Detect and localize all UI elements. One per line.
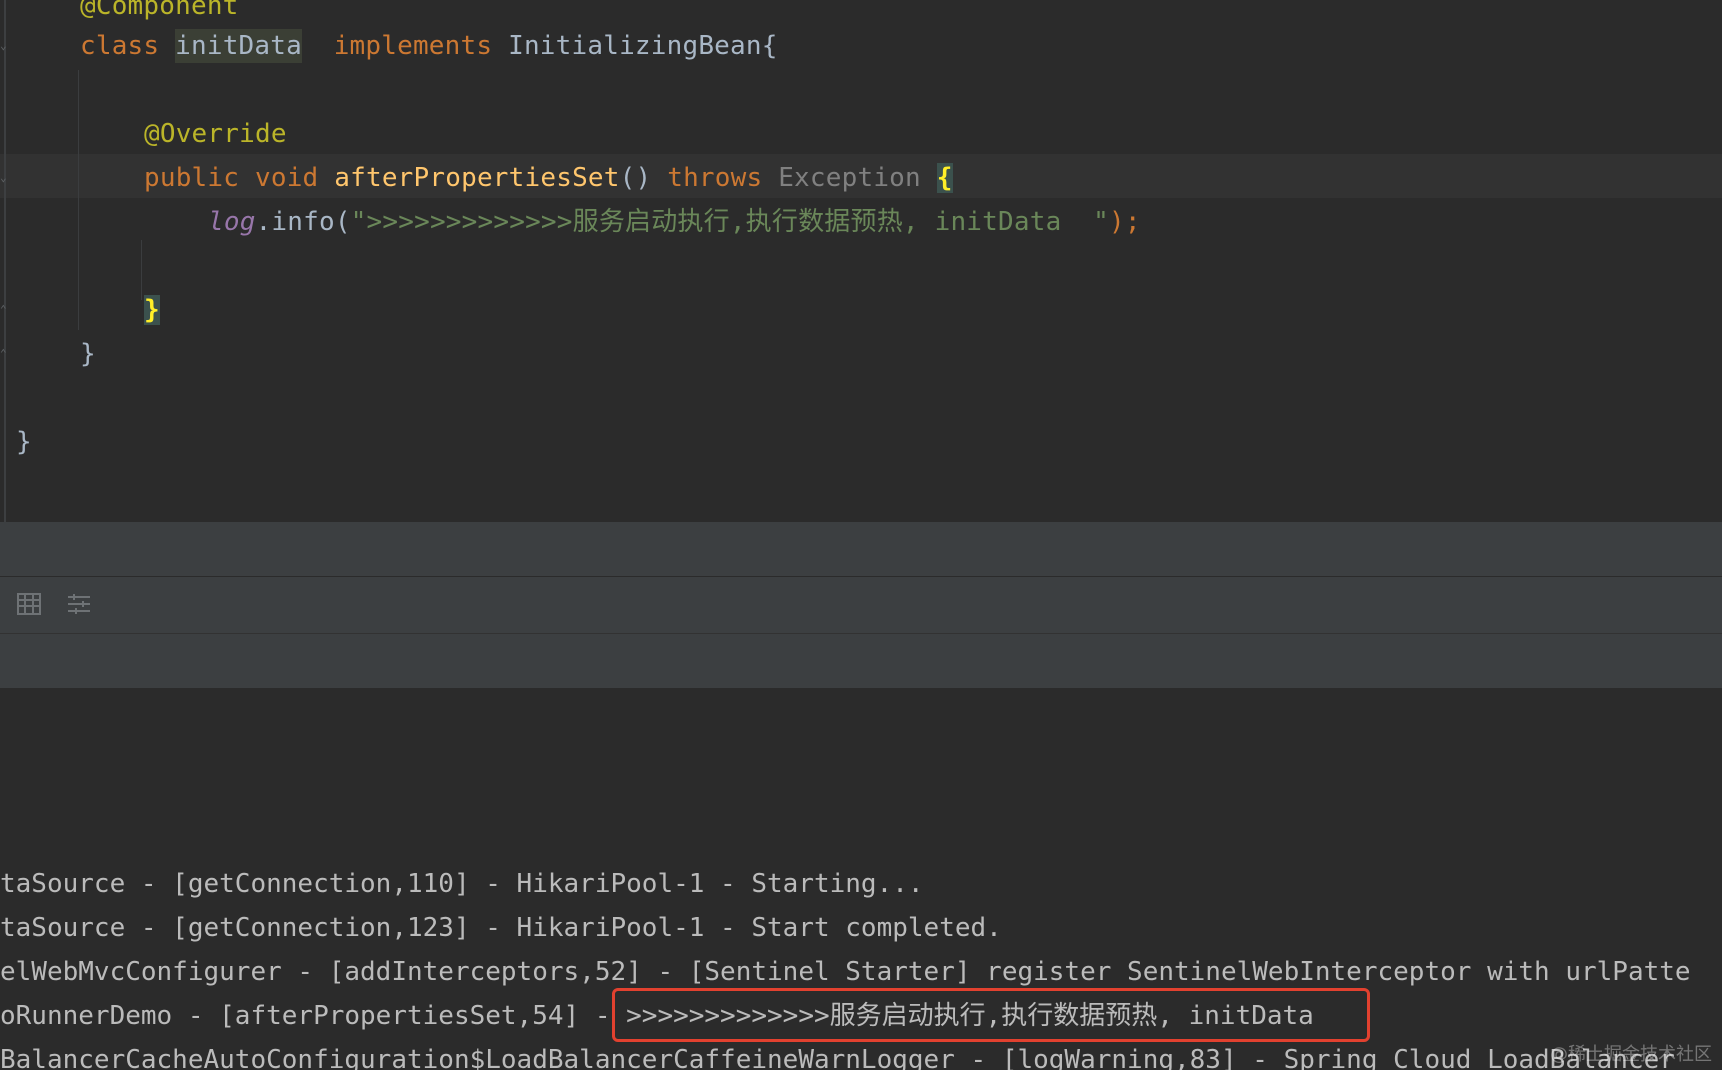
table-icon[interactable] — [16, 591, 42, 617]
keyword-void: void — [254, 163, 319, 193]
fold-icon[interactable]: ⌄ — [0, 40, 10, 52]
fold-icon[interactable]: ⌃ — [0, 304, 10, 316]
log-line: taSource - [getConnection,110] - HikariP… — [0, 869, 924, 899]
code-line-class-decl: class initData implements InitializingBe… — [80, 24, 778, 68]
log-message-string: ">>>>>>>>>>>>>服务启动执行,执行数据预热, initData " — [350, 207, 1109, 237]
method-name: afterPropertiesSet — [334, 163, 620, 193]
code-line-method-decl: public void afterPropertiesSet() throws … — [144, 156, 953, 200]
class-name-identifier[interactable]: initData — [175, 29, 302, 63]
interface-name: InitializingBean{ — [508, 31, 778, 61]
fold-icon[interactable]: ⌃ — [0, 348, 10, 360]
console-toolbar — [0, 577, 1722, 634]
code-line-method-close: } — [144, 288, 160, 332]
highlight-annotation-box — [612, 988, 1370, 1042]
exception-type: Exception — [778, 163, 921, 193]
watermark: @稀土掘金技术社区 — [1550, 1044, 1712, 1065]
log-method-call: .info( — [255, 207, 351, 237]
matched-open-brace: { — [936, 163, 953, 193]
code-editor[interactable]: ⌄ ⌄ ⌃ ⌃ @Component class initData implem… — [0, 0, 1722, 522]
tool-window-header — [0, 522, 1722, 577]
keyword-implements: implements — [333, 31, 493, 61]
matched-close-brace: } — [144, 295, 160, 325]
keyword-class: class — [80, 31, 160, 61]
ide-window: ⌄ ⌄ ⌃ ⌃ @Component class initData implem… — [0, 0, 1722, 1070]
code-line-outer-close: } — [16, 420, 32, 464]
indent-guide — [78, 70, 79, 330]
log-field: log — [208, 207, 256, 237]
indent-guide — [141, 240, 142, 300]
class-close-brace: } — [80, 339, 96, 369]
statement-end: ); — [1108, 207, 1141, 237]
annotation-component: @Component — [80, 0, 239, 21]
annotation-override: @Override — [144, 119, 287, 149]
code-line-override: @Override — [144, 112, 287, 156]
tool-window-subheader — [0, 634, 1722, 689]
log-line: taSource - [getConnection,123] - HikariP… — [0, 913, 1002, 943]
log-line: BalancerCacheAutoConfiguration$LoadBalan… — [0, 1045, 1675, 1070]
gutter — [4, 0, 6, 522]
fold-icon[interactable]: ⌄ — [0, 172, 10, 184]
code-line-class-close: } — [80, 332, 96, 376]
settings-list-icon[interactable] — [66, 591, 92, 617]
code-line-log-call: log.info(">>>>>>>>>>>>>服务启动执行,执行数据预热, in… — [208, 200, 1141, 244]
outer-close-brace: } — [16, 427, 32, 457]
keyword-public: public — [144, 163, 240, 193]
method-parens: () — [619, 163, 652, 193]
keyword-throws: throws — [667, 163, 763, 193]
